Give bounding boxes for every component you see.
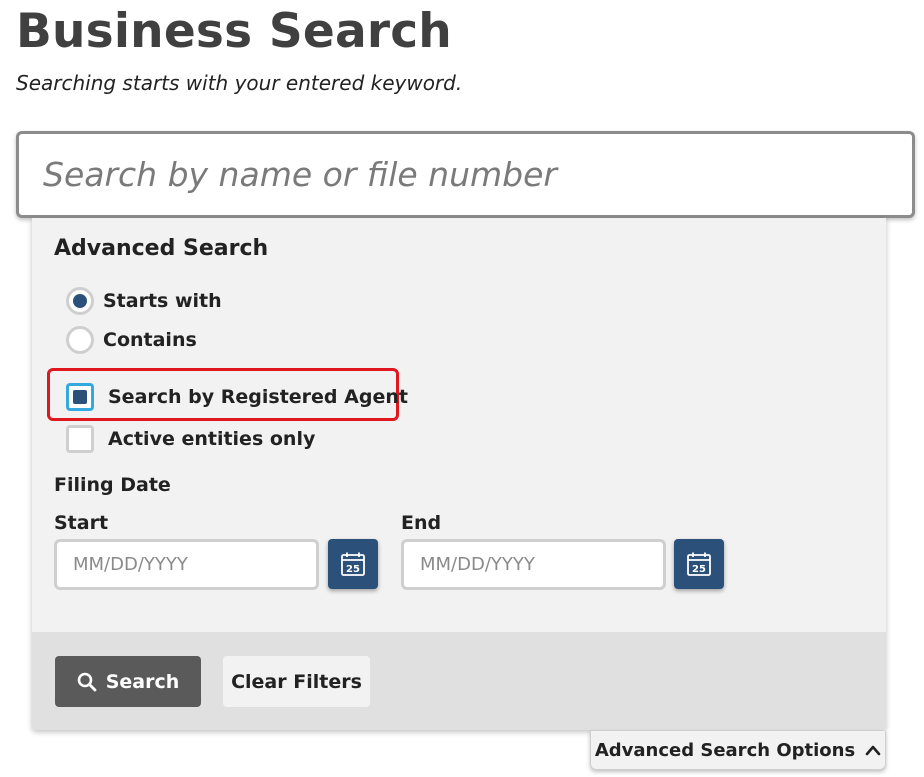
- end-date-calendar-button[interactable]: 25: [674, 539, 724, 589]
- search-button-label: Search: [105, 670, 180, 693]
- checkbox-label-registered-agent: Search by Registered Agent: [108, 386, 408, 408]
- search-button[interactable]: Search: [55, 656, 201, 707]
- checkbox-label-active-entities: Active entities only: [108, 428, 316, 450]
- radio-label-contains: Contains: [103, 329, 197, 351]
- search-input[interactable]: [16, 131, 915, 218]
- start-date-label: Start: [54, 512, 109, 534]
- advanced-search-panel: Advanced Search Starts with Contains Sea…: [32, 218, 886, 730]
- radio-selected-dot: [73, 294, 87, 308]
- checkbox-checked-fill: [73, 390, 87, 404]
- clear-filters-label: Clear Filters: [231, 670, 362, 693]
- filing-date-label: Filing Date: [54, 474, 171, 496]
- calendar-icon: 25: [687, 552, 711, 576]
- advanced-search-options-toggle[interactable]: Advanced Search Options: [590, 731, 886, 770]
- end-date-label: End: [401, 512, 442, 534]
- advanced-search-title: Advanced Search: [54, 236, 269, 261]
- radio-button-starts-with[interactable]: [66, 287, 94, 315]
- start-date-input[interactable]: [54, 539, 319, 590]
- radio-starts-with[interactable]: Starts with: [66, 287, 222, 315]
- advanced-search-options-label: Advanced Search Options: [594, 739, 856, 761]
- checkbox-active-entities[interactable]: Active entities only: [66, 425, 315, 453]
- end-date-input[interactable]: [401, 539, 666, 590]
- page-subtitle: Searching starts with your entered keywo…: [16, 71, 463, 95]
- radio-button-contains[interactable]: [66, 326, 94, 354]
- start-date-calendar-button[interactable]: 25: [328, 539, 378, 589]
- clear-filters-button[interactable]: Clear Filters: [223, 656, 370, 707]
- checkbox-registered-agent-box[interactable]: [66, 383, 94, 411]
- radio-label-starts-with: Starts with: [103, 290, 222, 312]
- calendar-icon: 25: [341, 552, 365, 576]
- calendar-icon-day: 25: [346, 564, 360, 575]
- calendar-icon-day: 25: [692, 564, 706, 575]
- radio-contains[interactable]: Contains: [66, 326, 197, 354]
- magnifier-icon: [77, 672, 97, 691]
- advanced-search-footer: Search Clear Filters: [32, 632, 886, 730]
- checkbox-registered-agent[interactable]: Search by Registered Agent: [66, 383, 408, 411]
- page-title: Business Search: [16, 4, 452, 59]
- chevron-up-icon: [865, 745, 881, 756]
- checkbox-active-entities-box[interactable]: [66, 425, 94, 453]
